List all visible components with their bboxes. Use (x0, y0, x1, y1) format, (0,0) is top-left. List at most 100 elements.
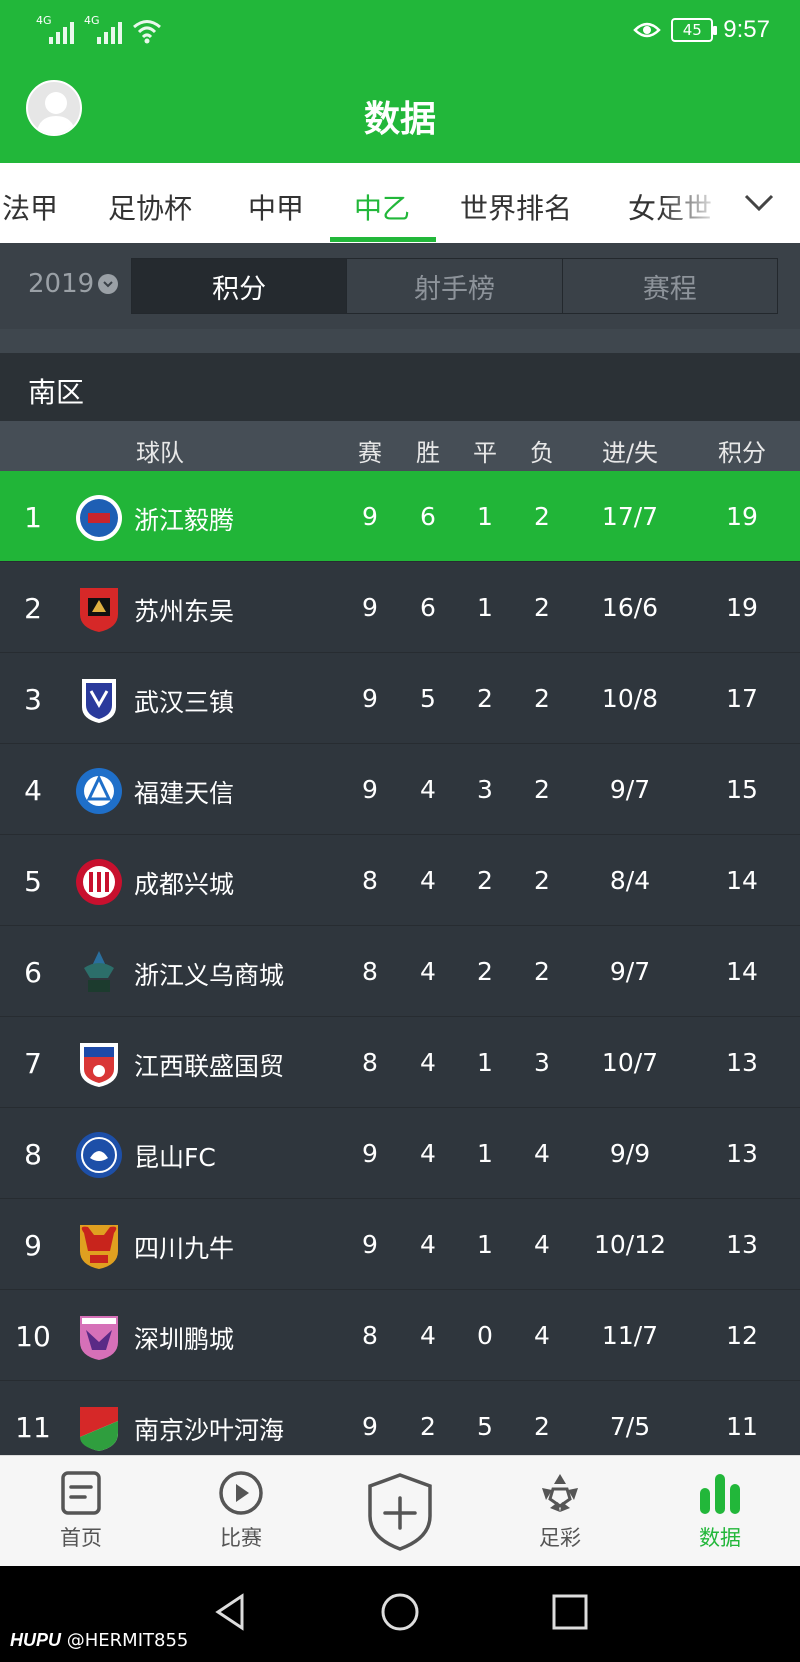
table-row[interactable]: 2 苏州东吴 9 6 1 2 16/6 19 (0, 562, 800, 653)
home-circle-icon[interactable] (380, 1592, 420, 1632)
col-played: 赛 (358, 439, 382, 467)
row-won: 6 (420, 502, 436, 531)
status-bar: 4G 4G 45 9:57 (0, 0, 800, 64)
row-won: 4 (420, 1048, 436, 1077)
watermark-brand: HUPU (10, 1630, 62, 1650)
row-drawn: 0 (477, 1321, 493, 1350)
row-goals: 16/6 (601, 593, 659, 622)
row-team: 四川九牛 (134, 1234, 235, 1263)
tab-ligue1[interactable]: 法甲 (2, 187, 58, 227)
row-goals: 9/7 (609, 957, 651, 986)
team-logo-icon (80, 1407, 118, 1451)
cell-signal-icon-2: 4G (84, 14, 122, 44)
nav-home-label: 首页 (60, 1526, 102, 1550)
row-points: 19 (726, 593, 758, 622)
team-logo-icon (76, 768, 122, 814)
row-goals: 7/5 (609, 1412, 651, 1441)
status-time: 9:57 (723, 16, 770, 43)
season-selector[interactable]: 2019 (28, 269, 119, 299)
row-won: 2 (420, 1412, 436, 1441)
row-lost: 2 (534, 1412, 550, 1441)
row-rank: 8 (24, 1138, 42, 1171)
segment-scorers[interactable]: 射手榜 (346, 259, 561, 313)
cell-signal-icon: 4G (36, 14, 74, 44)
row-points: 13 (726, 1230, 758, 1259)
standings-segmented-control: 积分 射手榜 赛程 (131, 258, 778, 314)
table-row[interactable]: 5 成都兴城 8 4 2 2 8/4 14 (0, 835, 800, 926)
row-goals: 9/7 (609, 775, 651, 804)
row-rank: 11 (15, 1411, 51, 1444)
app-header: 数据 (0, 64, 800, 163)
row-rank: 2 (24, 592, 42, 625)
row-team: 浙江义乌商城 (134, 961, 285, 990)
bottom-nav: 首页 比赛 足彩 数据 (0, 1455, 800, 1566)
row-played: 9 (362, 593, 378, 622)
nav-home[interactable]: 首页 (26, 1470, 136, 1552)
row-points: 15 (726, 775, 758, 804)
tab-china-league-two[interactable]: 中乙 (354, 187, 410, 227)
season-chevron-icon (98, 274, 119, 294)
segment-points[interactable]: 积分 (132, 259, 347, 313)
table-row[interactable]: 1 浙江毅腾 9 6 1 2 17/7 19 (0, 471, 800, 562)
row-rank: 5 (24, 865, 42, 898)
row-lost: 4 (534, 1321, 550, 1350)
tab-fa-cup[interactable]: 足协杯 (108, 187, 192, 227)
row-points: 12 (726, 1321, 758, 1350)
row-lost: 2 (534, 593, 550, 622)
col-won: 胜 (416, 439, 440, 467)
table-row[interactable]: 6 浙江义乌商城 8 4 2 2 9/7 14 (0, 926, 800, 1017)
add-shield-icon[interactable] (366, 1472, 434, 1552)
row-played: 8 (362, 957, 378, 986)
row-team: 南京沙叶河海 (134, 1416, 285, 1445)
row-rank: 1 (24, 501, 42, 534)
table-row[interactable]: 8 昆山FC 9 4 1 4 9/9 13 (0, 1108, 800, 1199)
row-lost: 2 (534, 502, 550, 531)
row-goals: 11/7 (601, 1321, 659, 1350)
chevron-down-icon[interactable] (742, 185, 776, 219)
row-team: 深圳鹏城 (134, 1325, 235, 1354)
watermark: HUPU @HERMIT855 (10, 1630, 188, 1651)
back-icon[interactable] (210, 1592, 250, 1632)
row-drawn: 1 (477, 502, 493, 531)
row-team: 成都兴城 (134, 870, 235, 899)
segment-schedule[interactable]: 赛程 (561, 259, 777, 313)
row-goals: 10/12 (593, 1230, 667, 1259)
col-points: 积分 (718, 439, 766, 467)
row-played: 9 (362, 502, 378, 531)
nav-lottery-label: 足彩 (539, 1526, 581, 1550)
home-document-icon (61, 1471, 101, 1515)
team-logo-icon (82, 679, 116, 723)
season-bar: 2019 积分 射手榜 赛程 (0, 243, 800, 329)
row-team: 浙江毅腾 (134, 506, 235, 535)
nav-data[interactable]: 数据 (665, 1470, 775, 1552)
season-year: 2019 (28, 269, 95, 299)
tab-china-league-one[interactable]: 中甲 (248, 187, 304, 227)
row-points: 13 (726, 1139, 758, 1168)
row-goals: 9/9 (609, 1139, 651, 1168)
table-row[interactable]: 9 四川九牛 9 4 1 4 10/12 13 (0, 1199, 800, 1290)
row-points: 14 (726, 957, 758, 986)
nav-matches[interactable]: 比赛 (186, 1470, 296, 1552)
league-tabs: 法甲 足协杯 中甲 中乙 世界排名 女足世 (0, 163, 800, 243)
tab-world-ranking[interactable]: 世界排名 (460, 187, 572, 227)
row-rank: 6 (24, 956, 42, 989)
row-lost: 2 (534, 684, 550, 713)
row-lost: 4 (534, 1230, 550, 1259)
row-points: 17 (726, 684, 758, 713)
table-row[interactable]: 4 福建天信 9 4 3 2 9/7 15 (0, 744, 800, 835)
table-row[interactable]: 3 武汉三镇 9 5 2 2 10/8 17 (0, 653, 800, 744)
recents-square-icon[interactable] (550, 1592, 590, 1632)
row-team: 苏州东吴 (134, 597, 235, 626)
row-team: 昆山FC (134, 1143, 216, 1172)
table-row[interactable]: 11 南京沙叶河海 9 2 5 2 7/5 11 (0, 1381, 800, 1455)
watermark-handle: @HERMIT855 (66, 1630, 189, 1651)
row-lost: 4 (534, 1139, 550, 1168)
nav-lottery[interactable]: 足彩 (505, 1470, 615, 1552)
row-drawn: 1 (477, 593, 493, 622)
row-drawn: 1 (477, 1139, 493, 1168)
divider (0, 329, 800, 353)
table-row[interactable]: 7 江西联盛国贸 8 4 1 3 10/7 13 (0, 1017, 800, 1108)
battery-icon: 45 (671, 18, 718, 42)
table-row[interactable]: 10 深圳鹏城 8 4 0 4 11/7 12 (0, 1290, 800, 1381)
row-rank: 7 (24, 1047, 42, 1080)
